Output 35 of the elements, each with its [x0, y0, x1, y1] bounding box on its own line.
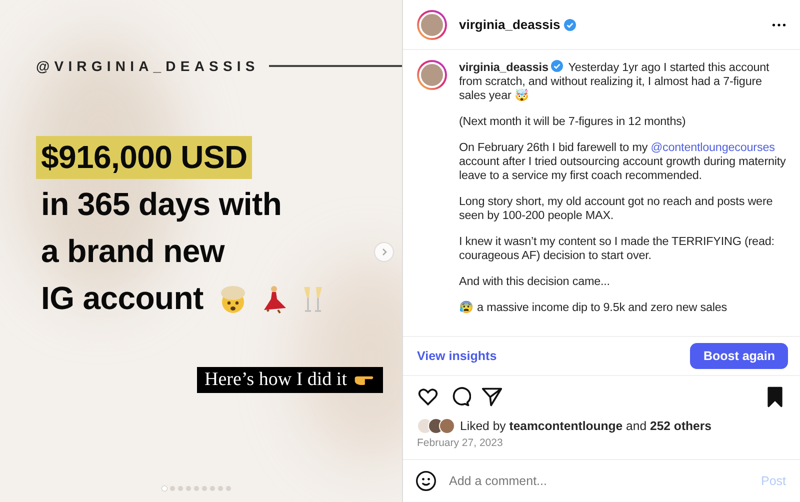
carousel-dot[interactable]: [210, 486, 215, 491]
carousel-dot[interactable]: [178, 486, 183, 491]
caption-paragraph: 😰 a massive income dip to 9.5k and zero new sales: [459, 301, 728, 315]
headline-text: a brand new: [40, 233, 226, 270]
headline-text: IG account: [40, 280, 204, 317]
avatar[interactable]: [417, 60, 447, 90]
carousel-dot[interactable]: [186, 486, 191, 491]
caption-paragraph: (Next month it will be 7-figures in 12 months): [459, 115, 687, 129]
image-handle-text: @VIRGINIA_DEASSIS: [36, 58, 260, 74]
headline-text: $916,000 USD: [36, 136, 252, 179]
emoji-icon[interactable]: [415, 470, 437, 492]
carousel-dot[interactable]: [218, 486, 223, 491]
share-icon[interactable]: [481, 386, 503, 408]
carousel-dot[interactable]: [226, 486, 231, 491]
carousel-dot[interactable]: [170, 486, 175, 491]
more-options-icon: [772, 22, 786, 26]
avatar[interactable]: [417, 10, 447, 40]
caption-paragraph: And with this decision came...: [459, 275, 611, 289]
banner-text: Here’s how I did it: [204, 369, 347, 391]
headline-text: in 365 days with: [40, 186, 283, 223]
likes-text[interactable]: Liked by teamcontentlounge and 252 others: [460, 419, 712, 433]
next-slide-button[interactable]: [374, 242, 394, 262]
view-insights-link[interactable]: View insights: [417, 349, 497, 363]
carousel-dot[interactable]: [202, 486, 207, 491]
caption-paragraph: On February 26th I bid farewell to my @contentloungecourses account after I tried outsourcing account growth during maternity leave to a service my first coach recommended.: [459, 141, 787, 183]
post-date: February 27, 2023: [417, 437, 504, 449]
carousel-dot[interactable]: [194, 486, 199, 491]
mention-link[interactable]: @contentloungecourses: [650, 141, 775, 154]
like-heart-icon[interactable]: [417, 386, 439, 408]
caption-paragraph: Long story short, my old account got no reach and posts were seen by 100-200 people MAX.: [459, 195, 774, 223]
boost-again-button[interactable]: Boost again: [690, 343, 788, 369]
caption-paragraph: virginia_deassis Yesterday 1yr ago I started this account from scratch, and without realizing it, I almost had a 7-figure sales year 🤯: [459, 60, 770, 103]
carousel-dot[interactable]: [162, 486, 167, 491]
caption-paragraph: I knew it wasn’t my content so I made the TERRIFYING (read: courageous AF) decision to start over.: [459, 235, 776, 263]
username[interactable]: virginia_deassis: [459, 17, 560, 32]
